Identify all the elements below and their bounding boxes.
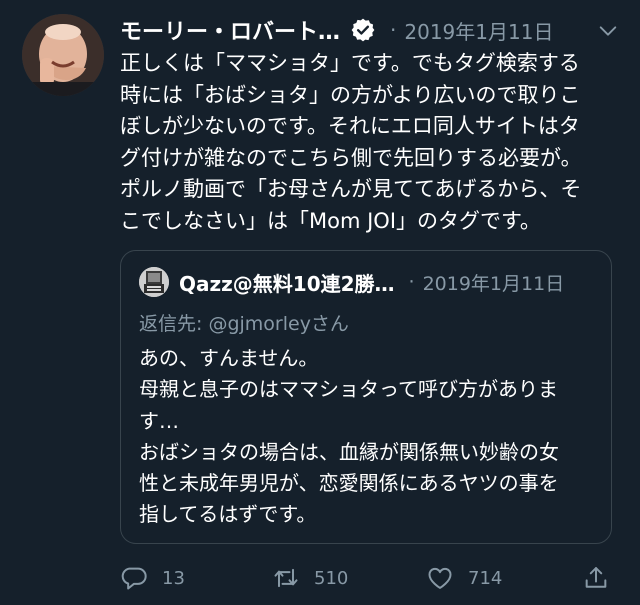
reply-to-label: 返信先: @gjmorleyさん (139, 313, 349, 335)
tweet-text-line: グ付けが雑なのでこちら側で先回りする必要が。 (120, 145, 582, 170)
separator-dot: · (408, 271, 415, 293)
author-avatar[interactable] (22, 14, 104, 96)
share-button[interactable] (582, 564, 610, 592)
retweet-button[interactable]: 510 (272, 564, 348, 592)
reply-count: 13 (162, 567, 185, 589)
share-icon (585, 567, 607, 588)
quoted-author-avatar (139, 267, 169, 297)
quoted-text-line: 母親と息子のはママショタって呼び方がありま (139, 377, 558, 402)
tweet-text-line: 正しくは「ママショタ」です。でもタグ検索する (120, 51, 580, 75)
quoted-avatar-image (139, 267, 169, 297)
author-name[interactable]: モーリー・ロバート… (120, 14, 340, 46)
quoted-text-line: 性と未成年男児が、恋愛関係にあるヤツの事を (139, 471, 559, 496)
quoted-text-line: あの、すんません。 (139, 346, 319, 370)
quoted-text-line: す… (139, 408, 179, 433)
tweet-text-line: ぼしが少ないのです。それにエロ同人サイトはタ (120, 114, 580, 139)
reply-button[interactable]: 13 (120, 564, 185, 592)
retweet-icon (274, 568, 298, 588)
quoted-text-line: 指してるはずです。 (139, 502, 317, 527)
tweet-text-line: 時には「おばショタ」の方がより広いので取りこ (120, 82, 581, 107)
tweet-text-line: こでしなさい」は「Mom JOI」のタグです。 (120, 208, 541, 233)
tweet-text: 正しくは「ママショタ」です。でもタグ検索する 時には「おばショタ」の方がより広い… (120, 48, 620, 238)
quoted-tweet[interactable]: Qazz@無料10連2勝… · 2019年1月11日 返信先: @gjmorle… (120, 250, 612, 544)
tweet-header: モーリー・ロバート… · 2019年1月11日 (120, 12, 625, 48)
like-button[interactable]: 714 (426, 564, 502, 592)
verified-badge-icon (351, 18, 375, 42)
tweet-text-line: ポルノ動画で「お母さんが見ててあげるから、そ (120, 177, 582, 202)
quoted-text-line: おばショタの場合は、血縁が関係無い妙齢の女 (139, 439, 559, 464)
quoted-tweet-header: Qazz@無料10連2勝… · 2019年1月11日 (179, 267, 599, 297)
separator-dot: · (390, 18, 397, 42)
avatar-image (22, 14, 104, 96)
tweet-actions: 13 510 714 (120, 560, 625, 596)
like-count: 714 (468, 567, 503, 589)
quoted-tweet-date: 2019年1月11日 (422, 272, 565, 295)
chevron-down-icon[interactable] (597, 20, 619, 42)
tweet-date[interactable]: 2019年1月11日 (404, 16, 553, 45)
heart-icon (428, 567, 452, 589)
quoted-author-name: Qazz@無料10連2勝… (179, 271, 395, 296)
quoted-tweet-text: あの、すんません。 母親と息子のはママショタって呼び方がありま す… おばショタ… (139, 343, 599, 531)
retweet-count: 510 (314, 567, 349, 589)
reply-icon (121, 567, 147, 590)
